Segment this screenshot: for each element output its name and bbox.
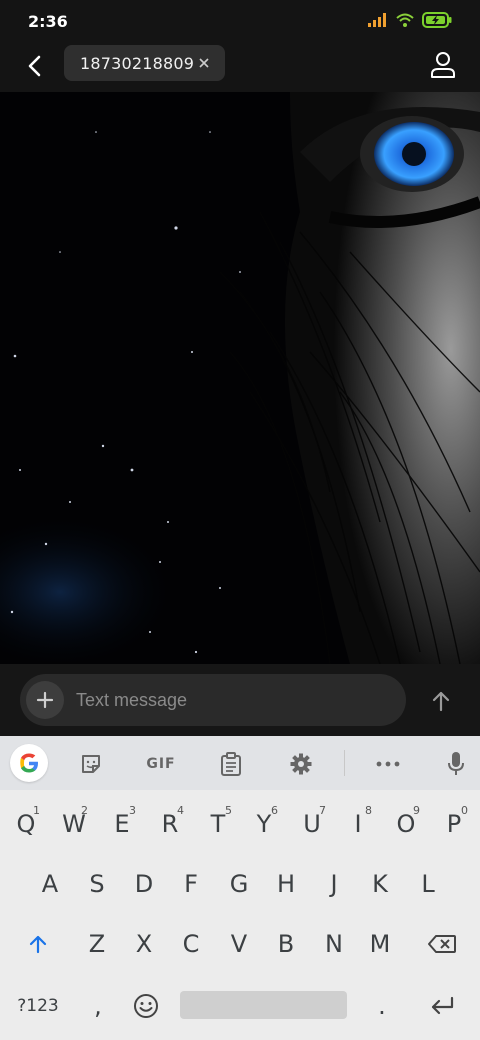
gear-icon <box>290 753 312 775</box>
recipient-number: 18730218809 <box>80 53 195 73</box>
settings-button[interactable] <box>283 746 319 782</box>
period-key[interactable]: . <box>362 984 402 1028</box>
key-q[interactable]: Q1 <box>4 802 48 846</box>
key-c[interactable]: C <box>169 922 213 966</box>
key-j[interactable]: J <box>312 862 356 906</box>
status-time: 2:36 <box>28 12 68 31</box>
key-hint: 8 <box>365 804 372 817</box>
backspace-key[interactable] <box>418 922 466 966</box>
back-button[interactable] <box>18 50 50 82</box>
wallpaper-image <box>0 92 480 664</box>
compose-box <box>20 674 406 726</box>
remove-recipient-button[interactable] <box>195 54 213 72</box>
back-arrow-icon <box>28 55 41 77</box>
sticker-icon <box>82 755 100 773</box>
key-e[interactable]: E3 <box>100 802 144 846</box>
attach-button[interactable] <box>26 681 64 719</box>
key-a[interactable]: A <box>28 862 72 906</box>
signal-icon <box>368 13 386 27</box>
key-g[interactable]: G <box>217 862 261 906</box>
symbols-key[interactable]: ?123 <box>8 984 68 1028</box>
key-n[interactable]: N <box>312 922 356 966</box>
key-hint: 4 <box>177 804 184 817</box>
status-icons <box>368 12 452 28</box>
key-label: Y <box>256 810 272 838</box>
shift-key[interactable] <box>16 922 60 966</box>
key-label: R <box>161 810 179 838</box>
gif-label: GIF <box>146 756 176 772</box>
clipboard-button[interactable] <box>213 746 249 782</box>
message-input[interactable] <box>76 674 396 726</box>
more-dots-icon <box>376 761 400 767</box>
clipboard-icon <box>221 752 241 776</box>
wifi-icon <box>396 13 414 27</box>
key-hint: 6 <box>271 804 278 817</box>
plus-icon <box>36 691 54 709</box>
key-h[interactable]: H <box>264 862 308 906</box>
key-r[interactable]: R4 <box>148 802 192 846</box>
key-z[interactable]: Z <box>75 922 119 966</box>
key-hint: 3 <box>129 804 136 817</box>
key-hint: 0 <box>461 804 468 817</box>
key-hint: 7 <box>319 804 326 817</box>
key-w[interactable]: W2 <box>52 802 96 846</box>
key-f[interactable]: F <box>169 862 213 906</box>
key-label: P <box>446 810 462 838</box>
person-icon <box>431 52 455 78</box>
space-key[interactable] <box>180 991 347 1019</box>
keyboard-toolbar: GIF <box>0 736 480 790</box>
comma-key[interactable]: , <box>78 984 118 1028</box>
contact-button[interactable] <box>428 50 458 80</box>
key-l[interactable]: L <box>406 862 450 906</box>
sticker-button[interactable] <box>73 746 109 782</box>
key-y[interactable]: Y6 <box>242 802 286 846</box>
google-g-icon <box>20 753 38 773</box>
enter-key[interactable] <box>418 984 466 1028</box>
voice-input-button[interactable] <box>438 746 474 782</box>
google-search-button[interactable] <box>10 744 48 782</box>
compose-area <box>0 664 480 736</box>
keyboard: G I F Q 1 W 2 E 3 R 4 T 5 Y 6 U 7 I 8 O 9 … <box>0 736 480 1040</box>
enter-arrow-icon <box>431 996 454 1015</box>
key-t[interactable]: T5 <box>196 802 240 846</box>
key-label: T <box>210 810 226 838</box>
emoji-icon <box>134 994 158 1018</box>
key-s[interactable]: S <box>75 862 119 906</box>
key-i[interactable]: I8 <box>336 802 380 846</box>
key-p[interactable]: P0 <box>432 802 476 846</box>
key-hint: 9 <box>413 804 420 817</box>
microphone-icon <box>448 752 464 775</box>
key-m[interactable]: M <box>358 922 402 966</box>
backspace-icon <box>428 935 456 953</box>
recipient-chip[interactable]: 18730218809 <box>64 45 225 81</box>
conversation-wallpaper <box>0 92 480 664</box>
key-d[interactable]: D <box>122 862 166 906</box>
status-bar: 2:36 <box>0 0 480 40</box>
key-k[interactable]: K <box>358 862 402 906</box>
gif-button[interactable]: GIF <box>140 746 182 782</box>
key-v[interactable]: V <box>217 922 261 966</box>
shift-arrow-icon <box>29 935 47 954</box>
more-options-button[interactable] <box>370 746 406 782</box>
close-icon <box>199 58 209 68</box>
emoji-key[interactable] <box>124 984 168 1028</box>
key-hint: 1 <box>33 804 40 817</box>
key-u[interactable]: U7 <box>290 802 334 846</box>
conversation-header: 18730218809 <box>0 40 480 92</box>
send-button[interactable] <box>426 686 456 716</box>
key-b[interactable]: B <box>264 922 308 966</box>
key-hint: 2 <box>81 804 88 817</box>
battery-charging-icon <box>422 12 452 28</box>
key-label: I <box>354 810 362 838</box>
key-hint: 5 <box>225 804 232 817</box>
arrow-up-icon <box>432 691 450 712</box>
key-o[interactable]: O9 <box>384 802 428 846</box>
key-label: E <box>114 810 130 838</box>
key-x[interactable]: X <box>122 922 166 966</box>
toolbar-divider <box>344 750 345 776</box>
